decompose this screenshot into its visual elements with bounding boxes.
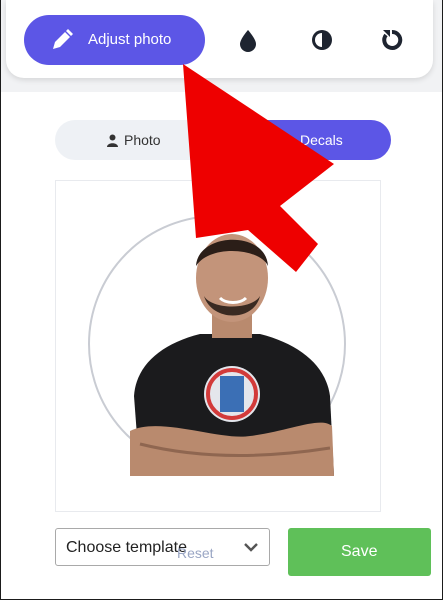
profile-photo (130, 234, 334, 476)
save-button[interactable]: Save (288, 528, 431, 576)
adjust-photo-button[interactable]: Adjust photo (24, 15, 205, 65)
reset-button[interactable]: Reset (177, 545, 214, 561)
user-icon (107, 134, 118, 147)
chevron-down-icon (244, 543, 258, 552)
photo-decals-switch: Photo Decals (55, 120, 391, 160)
pencil-icon (53, 29, 73, 49)
tab-photo[interactable]: Photo (107, 132, 161, 148)
template-select[interactable]: Choose template (55, 528, 270, 566)
save-label: Save (341, 543, 378, 560)
adjust-photo-label: Adjust photo (88, 31, 172, 48)
template-select-value: Choose template (66, 539, 187, 556)
contrast-icon[interactable] (310, 28, 334, 52)
rotate-icon[interactable] (380, 28, 404, 52)
tab-photo-label: Photo (124, 132, 161, 148)
drop-icon[interactable] (236, 28, 260, 52)
tab-decals-label: Decals (300, 132, 343, 148)
toolbar: Adjust photo (6, 0, 433, 78)
